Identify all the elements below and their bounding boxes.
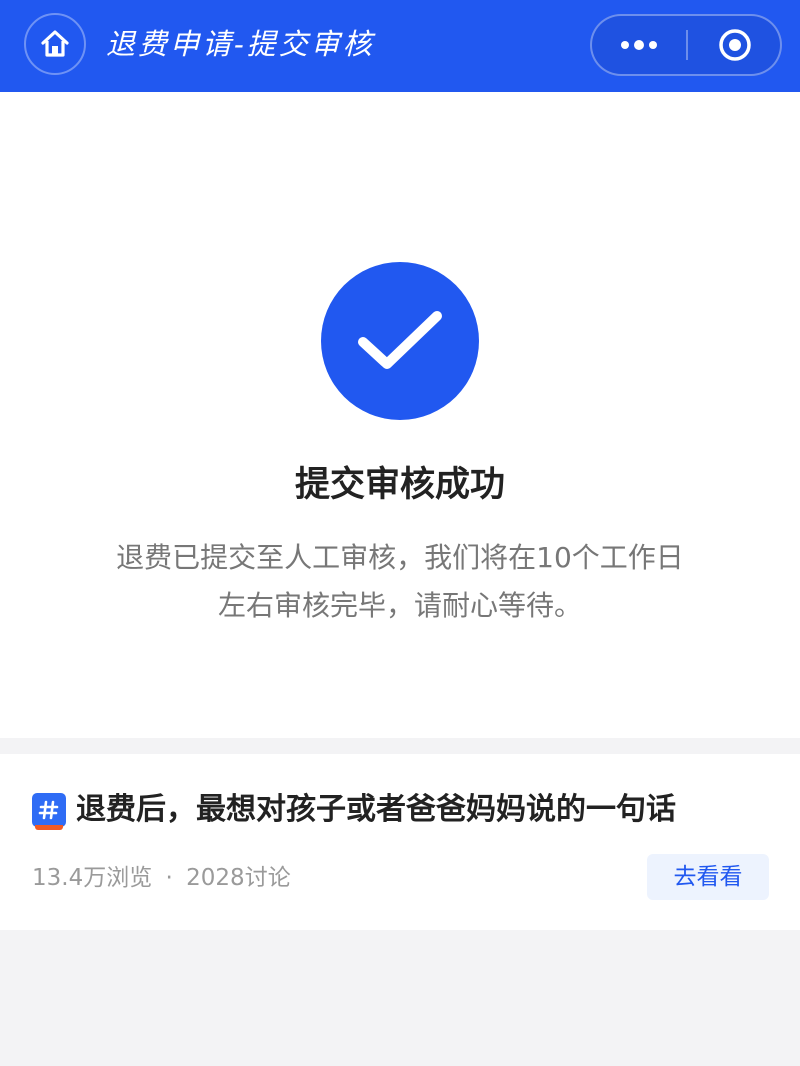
topic-title[interactable]: 退费后，最想对孩子或者爸爸妈妈说的一句话 bbox=[76, 788, 676, 832]
topic-title-row[interactable]: 退费后，最想对孩子或者爸爸妈妈说的一句话 bbox=[32, 788, 676, 832]
result-title: 提交审核成功 bbox=[294, 465, 505, 505]
nav-header: 退费申请-提交审核 bbox=[0, 0, 800, 92]
mini-program-capsule bbox=[590, 14, 782, 76]
topic-stats: 13.4万浏览 · 2028讨论 bbox=[32, 860, 291, 896]
result-section: 提交审核成功 退费已提交至人工审核，我们将在10个工作日 左右审核完毕，请耐心等… bbox=[0, 92, 800, 738]
topic-discussions: 2028讨论 bbox=[186, 865, 291, 891]
topic-views: 13.4万浏览 bbox=[32, 865, 153, 891]
stats-separator: · bbox=[165, 865, 173, 891]
page-title: 退费申请-提交审核 bbox=[106, 27, 375, 61]
more-button[interactable] bbox=[592, 16, 686, 74]
home-button[interactable] bbox=[24, 13, 86, 75]
check-circle-icon bbox=[321, 262, 479, 420]
result-desc-line-2: 左右审核完毕，请耐心等待。 bbox=[217, 589, 582, 622]
topic-card[interactable]: 退费后，最想对孩子或者爸爸妈妈说的一句话 13.4万浏览 · 2028讨论 去看… bbox=[0, 754, 800, 930]
close-button[interactable] bbox=[688, 16, 782, 74]
home-icon bbox=[41, 30, 69, 57]
result-description: 退费已提交至人工审核，我们将在10个工作日 左右审核完毕，请耐心等待。 bbox=[80, 534, 720, 630]
hashtag-icon bbox=[32, 793, 66, 830]
target-close-icon bbox=[719, 29, 751, 61]
more-dots-icon bbox=[621, 40, 657, 50]
result-desc-line-1: 退费已提交至人工审核，我们将在10个工作日 bbox=[116, 541, 684, 574]
checkmark-icon bbox=[358, 311, 442, 369]
go-see-button[interactable]: 去看看 bbox=[647, 854, 769, 900]
